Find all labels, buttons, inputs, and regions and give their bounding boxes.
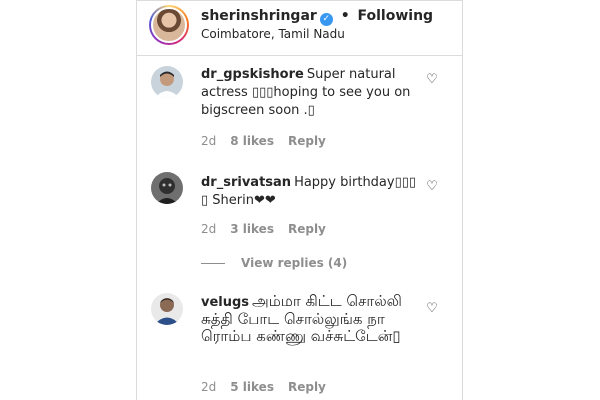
comment-text: velugs அம்மா கிட்ட சொல்லி சுத்தி போட சொல்… [201,293,421,345]
comment-age: 2d [201,134,217,148]
like-heart-icon[interactable]: ♡ [425,180,439,194]
reply-button[interactable]: Reply [288,222,326,236]
comment-username[interactable]: velugs [201,295,249,310]
comments-panel: sherinshringar ✓ • Following Coimbatore, … [136,0,463,400]
header-user-line: sherinshringar ✓ • Following [201,8,433,26]
location-link[interactable]: Coimbatore, Tamil Nadu [201,27,345,41]
comment-username[interactable]: dr_srivatsan [201,175,291,190]
comment-meta: 2d 8 likes Reply [201,134,340,148]
replies-divider [201,263,225,264]
comment-age: 2d [201,222,217,236]
view-replies-button[interactable]: View replies (4) [201,256,347,270]
header-username[interactable]: sherinshringar [201,8,317,24]
comment-text: dr_gpskishore Super natural actress ▯▯▯ho… [201,66,421,120]
header-separator: • [340,8,350,24]
like-heart-icon[interactable]: ♡ [425,73,439,87]
comment-likes[interactable]: 8 likes [230,134,274,148]
reply-button[interactable]: Reply [288,134,326,148]
comment-text: dr_srivatsan Happy birthday▯▯▯ ▯ Sherin❤❤ [201,174,421,210]
comment-username[interactable]: dr_gpskishore [201,67,304,82]
comment-age: 2d [201,380,217,394]
like-heart-icon[interactable]: ♡ [425,302,439,316]
verified-icon: ✓ [319,13,333,26]
commenter-avatar[interactable] [151,293,183,325]
following-button[interactable]: Following [358,8,434,24]
view-replies-label: View replies (4) [241,256,348,270]
post-header: sherinshringar ✓ • Following Coimbatore, … [137,0,462,56]
comment-meta: 2d 3 likes Reply [201,222,340,236]
reply-button[interactable]: Reply [288,380,326,394]
comment-likes[interactable]: 3 likes [230,222,274,236]
comment-meta: 2d 5 likes Reply [201,380,340,394]
profile-avatar[interactable] [149,5,189,45]
commenter-avatar[interactable] [151,66,183,98]
comment-likes[interactable]: 5 likes [230,380,274,394]
commenter-avatar[interactable] [151,172,183,204]
